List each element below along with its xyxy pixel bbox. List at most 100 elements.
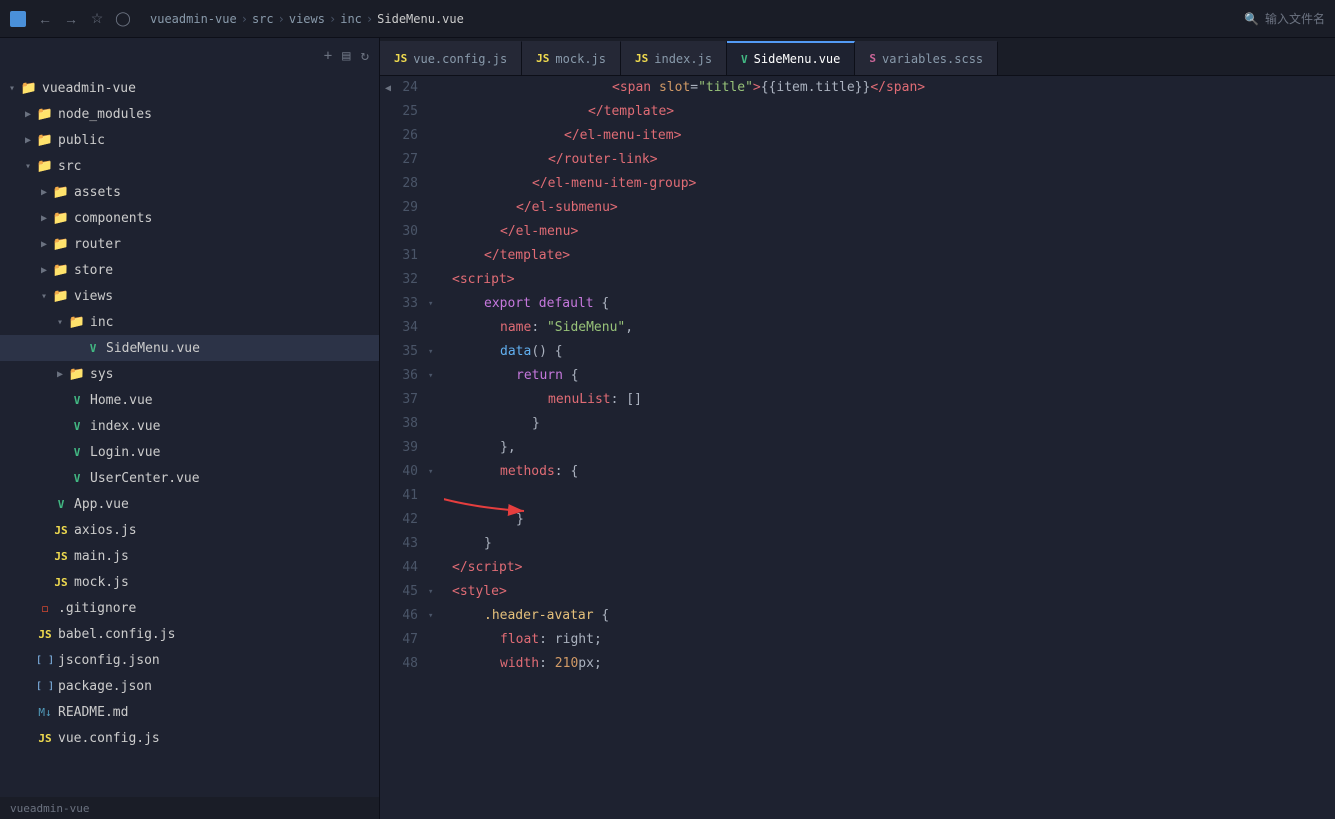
sidebar-item-label: Login.vue xyxy=(90,445,160,460)
breadcrumb-views[interactable]: views xyxy=(289,12,325,26)
fold-indicator-45[interactable]: ▾ xyxy=(428,580,444,604)
sidebar-item-views[interactable]: ▾ 📁 views xyxy=(0,283,379,309)
vue-file-icon: V xyxy=(52,498,70,511)
tab-variables-scss[interactable]: S variables.scss xyxy=(855,41,998,75)
sidebar-item-src[interactable]: ▾ 📁 src xyxy=(0,153,379,179)
code-line-31: </template> xyxy=(452,244,1335,268)
nav-back-button[interactable]: ← xyxy=(34,8,56,30)
md-file-icon: M↓ xyxy=(36,706,54,719)
fold-arrow-35[interactable]: ▾ xyxy=(428,347,433,357)
arrow-icon: ▶ xyxy=(36,265,52,276)
sidebar: + ▤ ↻ ▾ 📁 vueadmin-vue ▶ 📁 node_modules … xyxy=(0,38,380,819)
fold-arrow-33[interactable]: ▾ xyxy=(428,299,433,309)
js-tab-icon: JS xyxy=(536,52,549,65)
arrow-icon: ▾ xyxy=(4,83,20,94)
sidebar-item-inc[interactable]: ▾ 📁 inc xyxy=(0,309,379,335)
new-folder-icon[interactable]: ▤ xyxy=(340,46,352,66)
sidebar-item-vueadmin-vue[interactable]: ▾ 📁 vueadmin-vue xyxy=(0,75,379,101)
fold-indicator-48 xyxy=(428,652,444,676)
sidebar-item-README-md[interactable]: ▶ M↓ README.md xyxy=(0,699,379,725)
fold-indicator-39 xyxy=(428,436,444,460)
line-num-31: 31 xyxy=(380,244,418,268)
sidebar-item-label: assets xyxy=(74,185,121,200)
json-file-icon: [ ] xyxy=(36,681,54,692)
fold-indicator-27 xyxy=(428,148,444,172)
sidebar-item-components[interactable]: ▶ 📁 components xyxy=(0,205,379,231)
fold-indicator-34 xyxy=(428,316,444,340)
js-file-icon: JS xyxy=(52,524,70,537)
code-line-33: export default { xyxy=(452,292,1335,316)
sidebar-item-router[interactable]: ▶ 📁 router xyxy=(0,231,379,257)
line-num-42: 42 xyxy=(380,508,418,532)
code-line-24: <span slot="title">{{item.title}}</span> xyxy=(452,76,1335,100)
sidebar-item-jsconfig-json[interactable]: ▶ [ ] jsconfig.json xyxy=(0,647,379,673)
history-button[interactable]: ◯ xyxy=(112,8,134,30)
sidebar-item-label: axios.js xyxy=(74,523,137,538)
sidebar-item-index-vue[interactable]: ▶ V index.vue xyxy=(0,413,379,439)
breadcrumb-file[interactable]: SideMenu.vue xyxy=(377,12,464,26)
breadcrumb: vueadmin-vue › src › views › inc › SideM… xyxy=(142,12,1236,26)
fold-indicator-33[interactable]: ▾ xyxy=(428,292,444,316)
sidebar-item-Login-vue[interactable]: ▶ V Login.vue xyxy=(0,439,379,465)
sidebar-item-label: node_modules xyxy=(58,107,152,122)
new-file-icon[interactable]: + xyxy=(322,46,334,66)
js-file-icon: JS xyxy=(52,576,70,589)
search-placeholder[interactable]: 输入文件名 xyxy=(1265,10,1325,27)
sidebar-item-vue-config-js[interactable]: ▶ JS vue.config.js xyxy=(0,725,379,751)
sidebar-item-UserCenter-vue[interactable]: ▶ V UserCenter.vue xyxy=(0,465,379,491)
breadcrumb-src[interactable]: src xyxy=(252,12,274,26)
nav-forward-button[interactable]: → xyxy=(60,8,82,30)
fold-indicator-28 xyxy=(428,172,444,196)
code-line-41 xyxy=(452,484,1335,508)
sidebar-item-package-json[interactable]: ▶ [ ] package.json xyxy=(0,673,379,699)
folder-icon: 📁 xyxy=(68,315,86,330)
sidebar-item-babel-config-js[interactable]: ▶ JS babel.config.js xyxy=(0,621,379,647)
sidebar-item-gitignore[interactable]: ▶ ◻ .gitignore xyxy=(0,595,379,621)
breadcrumb-root[interactable]: vueadmin-vue xyxy=(150,12,237,26)
sidebar-item-store[interactable]: ▶ 📁 store xyxy=(0,257,379,283)
sidebar-item-sys[interactable]: ▶ 📁 sys xyxy=(0,361,379,387)
sidebar-item-Home-vue[interactable]: ▶ V Home.vue xyxy=(0,387,379,413)
sidebar-item-label: mock.js xyxy=(74,575,129,590)
fold-indicator-37 xyxy=(428,388,444,412)
fold-indicator-40[interactable]: ▾ xyxy=(428,460,444,484)
fold-indicator-35[interactable]: ▾ xyxy=(428,340,444,364)
fold-arrow-36[interactable]: ▾ xyxy=(428,371,433,381)
tab-SideMenu-vue[interactable]: V SideMenu.vue xyxy=(727,41,855,75)
sidebar-item-axios-js[interactable]: ▶ JS axios.js xyxy=(0,517,379,543)
fold-indicator-26 xyxy=(428,124,444,148)
fold-arrow-46[interactable]: ▾ xyxy=(428,611,433,621)
fold-indicator-42 xyxy=(428,508,444,532)
file-tree: ▾ 📁 vueadmin-vue ▶ 📁 node_modules ▶ 📁 pu… xyxy=(0,73,379,797)
js-tab-icon: JS xyxy=(635,52,648,65)
fold-indicator-46[interactable]: ▾ xyxy=(428,604,444,628)
bookmark-button[interactable]: ☆ xyxy=(86,8,108,30)
sidebar-item-App-vue[interactable]: ▶ V App.vue xyxy=(0,491,379,517)
sidebar-item-main-js[interactable]: ▶ JS main.js xyxy=(0,543,379,569)
code-line-28: </el-menu-item-group> xyxy=(452,172,1335,196)
sidebar-item-assets[interactable]: ▶ 📁 assets xyxy=(0,179,379,205)
fold-toggle-button[interactable]: ◀ xyxy=(380,76,396,100)
refresh-icon[interactable]: ↻ xyxy=(359,46,371,66)
fold-arrow-45[interactable]: ▾ xyxy=(428,587,433,597)
sidebar-item-mock-js[interactable]: ▶ JS mock.js xyxy=(0,569,379,595)
line-num-41: 41 xyxy=(380,484,418,508)
code-line-43: } xyxy=(452,532,1335,556)
line-num-36: 36 xyxy=(380,364,418,388)
tab-mock-js[interactable]: JS mock.js xyxy=(522,41,621,75)
sidebar-item-node_modules[interactable]: ▶ 📁 node_modules xyxy=(0,101,379,127)
tab-index-js[interactable]: JS index.js xyxy=(621,41,727,75)
fold-arrow-40[interactable]: ▾ xyxy=(428,467,433,477)
fold-indicator-36[interactable]: ▾ xyxy=(428,364,444,388)
breadcrumb-inc[interactable]: inc xyxy=(340,12,362,26)
arrow-icon: ▶ xyxy=(36,213,52,224)
folder-icon: 📁 xyxy=(36,133,54,148)
editor-area: JS vue.config.js JS mock.js JS index.js … xyxy=(380,38,1335,819)
sidebar-item-SideMenu-vue[interactable]: ▶ V SideMenu.vue xyxy=(0,335,379,361)
code-line-38: } xyxy=(452,412,1335,436)
vue-file-icon: V xyxy=(68,446,86,459)
tab-vue-config-js[interactable]: JS vue.config.js xyxy=(380,41,522,75)
fold-indicator-25 xyxy=(428,100,444,124)
sidebar-item-label: public xyxy=(58,133,105,148)
sidebar-item-public[interactable]: ▶ 📁 public xyxy=(0,127,379,153)
